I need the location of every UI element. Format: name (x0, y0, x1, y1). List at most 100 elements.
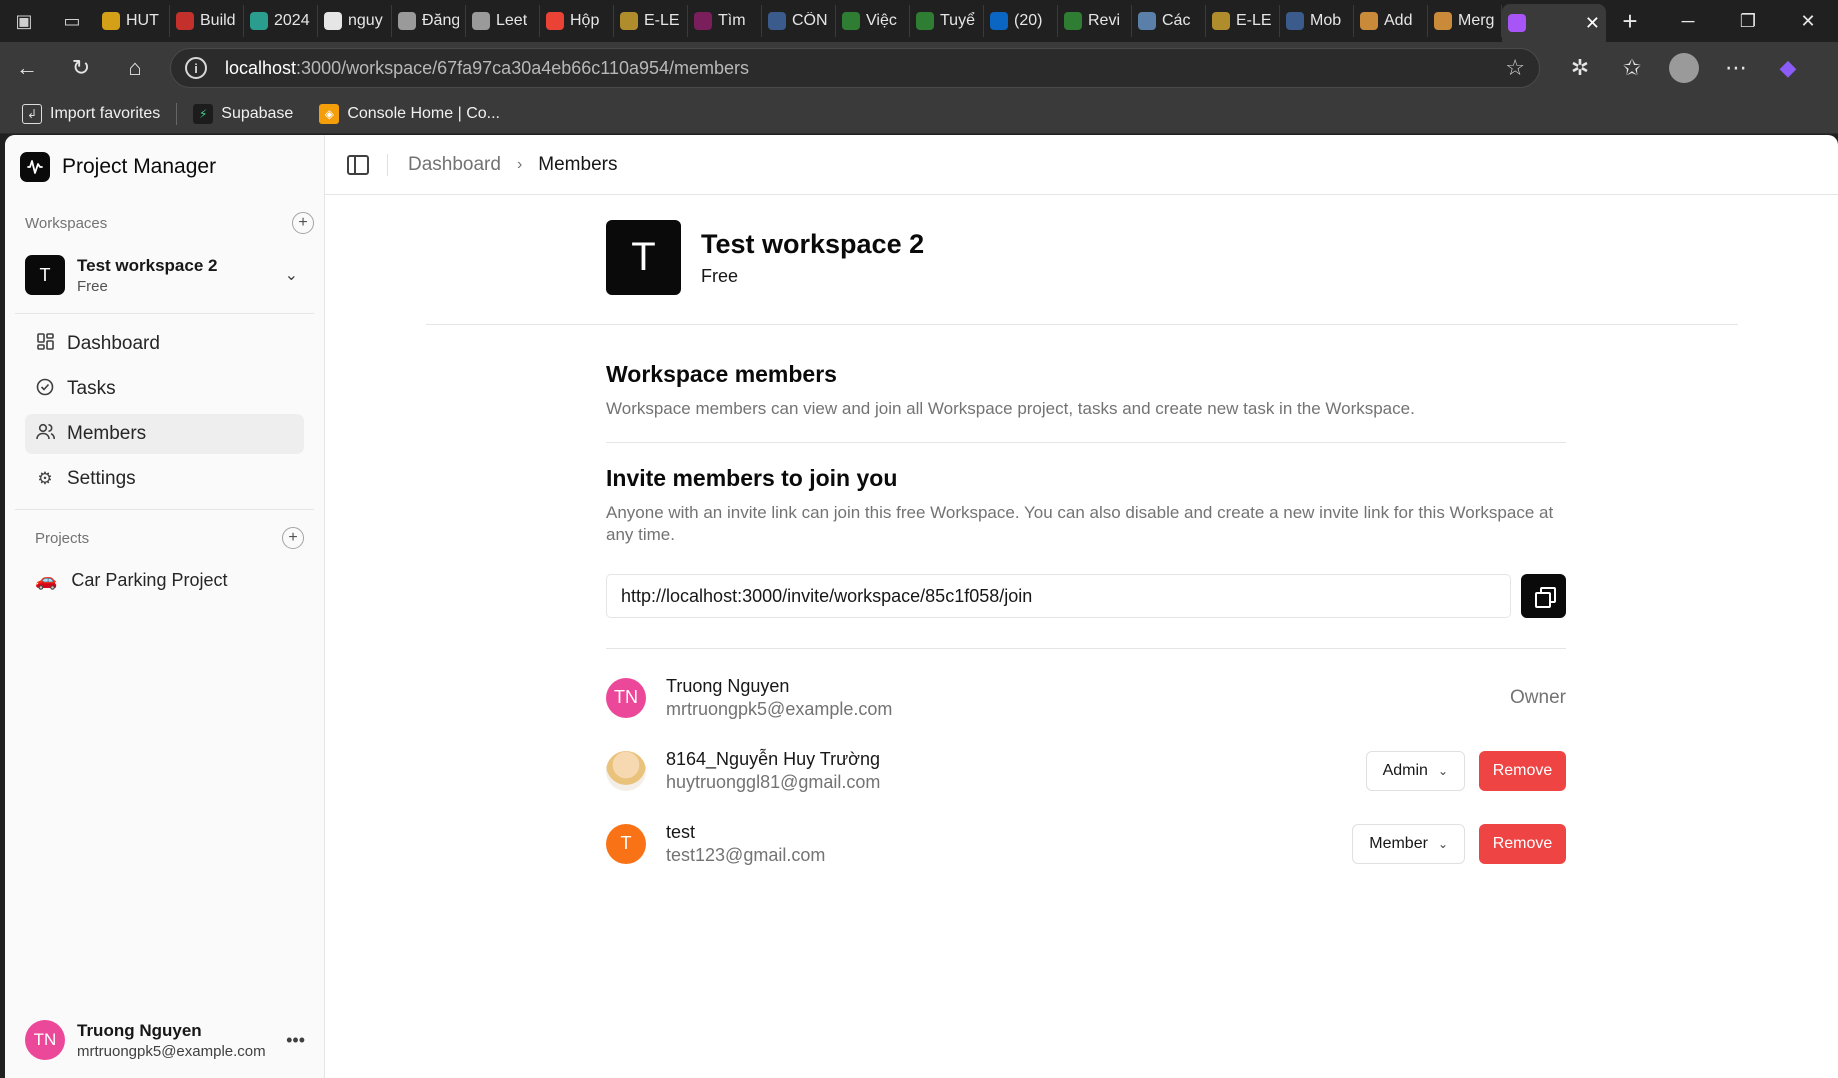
more-menu-icon[interactable]: ⋯ (1710, 42, 1762, 94)
minimize-icon[interactable]: ─ (1658, 0, 1718, 42)
workspaces-icon[interactable]: ▣ (0, 0, 48, 42)
tab-favicon-icon (324, 12, 342, 30)
remove-member-button[interactable]: Remove (1479, 823, 1566, 864)
sidebar-item-dashboard[interactable]: Dashboard (25, 324, 304, 364)
browser-tab[interactable]: Tìm (688, 5, 762, 37)
browser-tab[interactable]: E-LE (1206, 5, 1280, 37)
browser-tab[interactable]: Đăng (392, 5, 466, 37)
browser-tab[interactable]: CÔN (762, 5, 836, 37)
browser-tab[interactable]: Build (170, 5, 244, 37)
more-horizontal-icon[interactable]: ••• (286, 1030, 305, 1051)
tab-favicon-icon (546, 12, 564, 30)
member-name: 8164_Nguyễn Huy Trường (666, 748, 880, 769)
browser-tab[interactable]: Tuyể (910, 5, 984, 37)
close-tab-icon[interactable]: ✕ (1585, 13, 1600, 34)
role-select[interactable]: Admin ⌄ (1365, 750, 1465, 791)
divider (426, 324, 1738, 325)
sidebar-item-label: Members (67, 423, 147, 444)
browser-tab[interactable]: Merg (1428, 5, 1502, 37)
tab-label: CÔN (792, 12, 828, 29)
browser-tab[interactable]: Add (1354, 5, 1428, 37)
tab-favicon-icon (1064, 12, 1082, 30)
close-window-icon[interactable]: ✕ (1778, 0, 1838, 42)
url-input[interactable]: i localhost:3000/workspace/67fa97ca30a4e… (170, 48, 1540, 88)
browser-tab[interactable]: Revi (1058, 5, 1132, 37)
sidebar: Project Manager Workspaces + T Test work… (5, 135, 325, 1078)
bookmark-label: Import favorites (50, 104, 161, 122)
sidebar-toggle-icon[interactable] (347, 154, 369, 175)
copilot-icon[interactable]: ◆ (1762, 42, 1814, 94)
add-project-button[interactable]: + (282, 527, 304, 549)
members-content: Workspace members Workspace members can … (606, 361, 1566, 880)
browser-tab[interactable]: 2024 (244, 5, 318, 37)
workspace-switcher[interactable]: T Test workspace 2 Free ⌄ (21, 247, 308, 303)
bookmark-console-home[interactable]: ◈ Console Home | Co... (309, 99, 510, 129)
tab-favicon-icon (1434, 12, 1452, 30)
home-icon[interactable]: ⌂ (108, 42, 162, 94)
tab-favicon-icon (990, 12, 1008, 30)
bookmarks-bar: ↲ Import favorites ⚡ Supabase ◈ Console … (0, 94, 1838, 134)
invite-link-input[interactable]: http://localhost:3000/invite/workspace/8… (606, 574, 1511, 618)
copy-link-button[interactable] (1521, 574, 1566, 618)
browser-tab-active[interactable]: ✕ (1502, 4, 1606, 42)
sidebar-item-members[interactable]: Members (25, 414, 304, 454)
tab-favicon-icon (176, 12, 194, 30)
add-workspace-button[interactable]: + (292, 212, 314, 234)
bookmark-import-favorites[interactable]: ↲ Import favorites (12, 99, 170, 129)
workspace-avatar: T (25, 255, 65, 295)
browser-tab[interactable]: HUT (96, 5, 170, 37)
user-menu[interactable]: TN Truong Nguyen mrtruongpk5@example.com… (5, 1002, 325, 1078)
remove-member-button[interactable]: Remove (1479, 750, 1566, 791)
member-avatar: TN (606, 677, 646, 718)
new-tab-button[interactable]: + (1606, 0, 1654, 42)
refresh-icon[interactable]: ↻ (54, 42, 108, 94)
users-icon (35, 423, 55, 445)
sidebar-nav: Dashboard Tasks Members ⚙ Settings (5, 324, 324, 499)
tab-favicon-icon (1360, 12, 1378, 30)
browser-tab[interactable]: E-LE (614, 5, 688, 37)
tab-favicon-icon (250, 12, 268, 30)
url-path: :3000/workspace/67fa97ca30a4eb66c110a954… (296, 57, 750, 78)
favorite-star-icon[interactable]: ☆ (1505, 55, 1525, 81)
browser-tab-bar: ▣ ▭ HUT Build 2024 nguy Đăng Leet Hộp E-LE Tìm CÔ… (0, 0, 1838, 42)
profile-avatar[interactable] (1669, 53, 1699, 83)
sidebar-item-label: Tasks (67, 378, 116, 399)
project-item-car-parking[interactable]: 🚗 Car Parking Project (25, 560, 304, 600)
tab-favicon-icon (916, 12, 934, 30)
workspace-name: Test workspace 2 (77, 255, 218, 275)
browser-tab[interactable]: nguy (318, 5, 392, 37)
role-select-value: Member (1369, 834, 1428, 852)
member-avatar: T (606, 823, 646, 864)
browser-tab[interactable]: Các (1132, 5, 1206, 37)
browser-tabs: HUT Build 2024 nguy Đăng Leet Hộp E-LE Tìm CÔN Việ… (96, 0, 1606, 42)
invite-link-row: http://localhost:3000/invite/workspace/8… (606, 574, 1566, 618)
tab-label: Leet (496, 12, 528, 29)
browser-tab[interactable]: Việc (836, 5, 910, 37)
favorites-icon[interactable]: ✩ (1606, 42, 1658, 94)
sidebar-item-tasks[interactable]: Tasks (25, 369, 304, 409)
tab-label: Đăng (422, 12, 459, 29)
site-info-icon[interactable]: i (185, 57, 207, 79)
workspace-avatar-large: T (606, 220, 681, 295)
sidebar-item-settings[interactable]: ⚙ Settings (25, 459, 304, 499)
chevron-down-icon: ⌄ (1437, 763, 1448, 778)
bookmark-supabase[interactable]: ⚡ Supabase (183, 99, 303, 129)
divider (606, 442, 1566, 443)
user-name: Truong Nguyen (77, 1020, 202, 1040)
extensions-icon[interactable]: ✲ (1554, 42, 1606, 94)
grid-icon (35, 333, 55, 355)
tab-favicon-icon (102, 12, 120, 30)
back-icon[interactable]: ← (0, 42, 54, 94)
tab-actions-icon[interactable]: ▭ (48, 0, 96, 42)
restore-icon[interactable]: ❐ (1718, 0, 1778, 42)
browser-tab[interactable]: Mob (1280, 5, 1354, 37)
role-select[interactable]: Member ⌄ (1352, 823, 1465, 864)
member-name: Truong Nguyen (666, 675, 790, 696)
browser-tab[interactable]: Hộp (540, 5, 614, 37)
sidebar-item-label: Dashboard (67, 333, 160, 354)
browser-tab[interactable]: Leet (466, 5, 540, 37)
breadcrumb-dashboard[interactable]: Dashboard (408, 154, 501, 176)
divider (387, 153, 388, 176)
browser-tab[interactable]: (20) (984, 5, 1058, 37)
brand[interactable]: Project Manager (5, 135, 324, 199)
